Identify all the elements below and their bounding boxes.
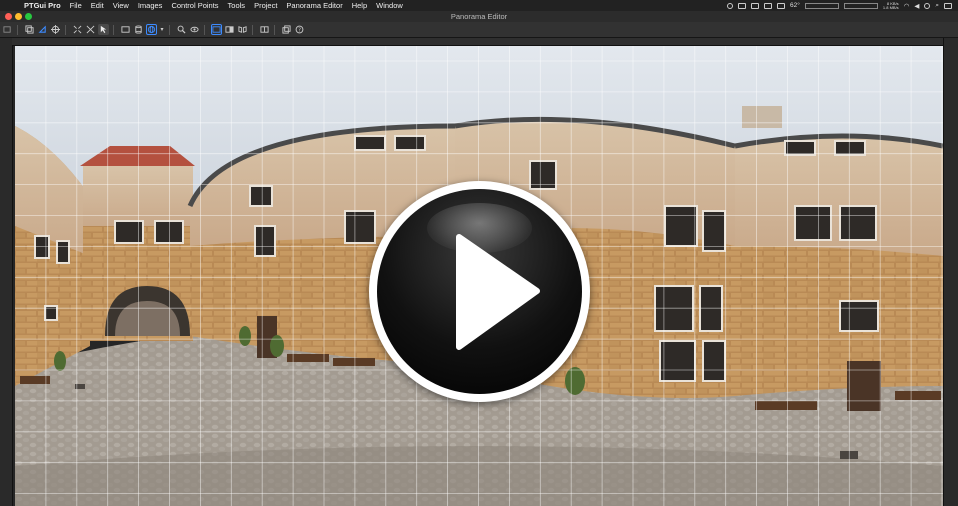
menu-app-name[interactable]: PTGui Pro [24, 1, 61, 10]
equirectangular-icon[interactable] [146, 24, 157, 35]
status-gpu-icon[interactable] [777, 2, 786, 9]
network-down-text: 1.8 MB/s [882, 4, 899, 10]
toolbar-separator [65, 24, 66, 35]
status-record-icon[interactable] [764, 2, 773, 9]
play-button[interactable] [369, 181, 590, 402]
split-icon[interactable] [259, 24, 270, 35]
center-icon[interactable] [50, 24, 61, 35]
top-ruler [12, 38, 944, 46]
temperature-text[interactable]: 62° [790, 2, 800, 9]
status-window-icon[interactable] [738, 2, 747, 9]
menu-edit[interactable]: Edit [91, 1, 104, 10]
mirror-icon[interactable] [237, 24, 248, 35]
toolbar-separator [113, 24, 114, 35]
cylindrical-icon[interactable] [133, 24, 144, 35]
wifi-icon[interactable]: ◠ [904, 2, 910, 10]
zoom-icon[interactable] [176, 24, 187, 35]
network-speed[interactable]: 8 KB/s 1.8 MB/s [882, 1, 899, 10]
toolbar-separator [252, 24, 253, 35]
menu-window[interactable]: Window [376, 1, 403, 10]
status-circle-icon[interactable] [727, 2, 734, 9]
menu-bar: PTGui Pro File Edit View Images Control … [0, 0, 958, 11]
toolbar-separator [204, 24, 205, 35]
menu-images[interactable]: Images [138, 1, 163, 10]
toolbar-separator [274, 24, 275, 35]
svg-text:?: ? [298, 27, 301, 33]
status-display-icon[interactable] [751, 2, 760, 9]
fit-icon[interactable] [72, 24, 83, 35]
cursor-icon[interactable] [98, 24, 109, 35]
play-icon [456, 234, 540, 350]
cpu-graph-icon[interactable] [804, 2, 839, 9]
toolbar-separator [17, 24, 18, 35]
editor-toolbar: ▾ ? [0, 22, 958, 38]
bluetooth-icon[interactable] [924, 2, 931, 9]
window-title: Panorama Editor [450, 12, 508, 21]
panorama-editor-area [0, 38, 958, 506]
level-icon[interactable] [85, 24, 96, 35]
spotlight-icon[interactable]: ⌕ [935, 2, 939, 10]
move-icon[interactable] [37, 24, 48, 35]
panorama-preview[interactable] [15, 46, 943, 506]
rotate-icon[interactable] [24, 24, 35, 35]
dropdown-icon[interactable]: ▾ [159, 24, 165, 35]
preview-icon[interactable] [189, 24, 200, 35]
volume-icon[interactable]: ◀ [914, 2, 919, 10]
menu-help[interactable]: Help [352, 1, 367, 10]
toolbar-separator [169, 24, 170, 35]
menu-view[interactable]: View [113, 1, 129, 10]
play-button-face [377, 189, 582, 394]
rectilinear-icon[interactable] [120, 24, 131, 35]
layers-icon[interactable] [281, 24, 292, 35]
crop-icon[interactable] [211, 24, 222, 35]
menu-panorama-editor[interactable]: Panorama Editor [286, 1, 342, 10]
right-scrollbar[interactable] [943, 38, 958, 506]
menu-control-points[interactable]: Control Points [171, 1, 218, 10]
control-center-icon[interactable] [944, 2, 952, 9]
edit-icon[interactable] [2, 24, 13, 35]
menu-project[interactable]: Project [254, 1, 277, 10]
left-scrollbar[interactable] [0, 38, 13, 506]
memory-graph-icon[interactable] [843, 2, 878, 9]
menu-tools[interactable]: Tools [228, 1, 246, 10]
help-icon[interactable]: ? [294, 24, 305, 35]
numeric-icon[interactable] [224, 24, 235, 35]
menu-file[interactable]: File [70, 1, 82, 10]
status-area: 62° 8 KB/s 1.8 MB/s ◠ ◀ ⌕ [727, 0, 952, 11]
